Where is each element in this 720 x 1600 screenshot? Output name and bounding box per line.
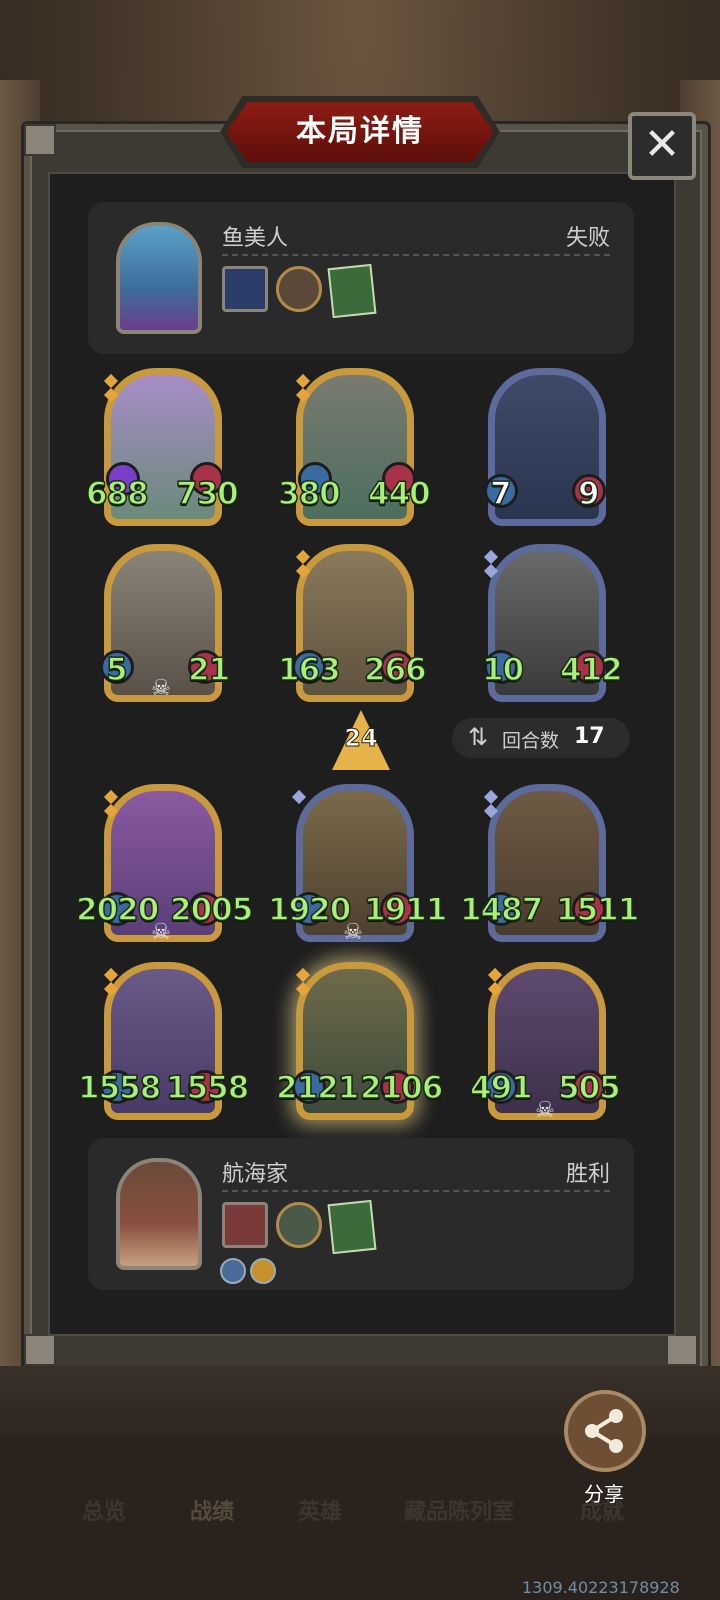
turn-counter: ⇅ 回合数 17 — [452, 718, 630, 758]
card-attack: 10 — [481, 651, 525, 689]
book-icon[interactable] — [327, 1199, 377, 1255]
share-label: 分享 — [584, 1482, 624, 1506]
opponent-name: 鱼美人 — [222, 226, 289, 251]
turn-value: 17 — [574, 724, 605, 749]
card-health: 412 — [559, 651, 623, 689]
swap-icon: ⇅ — [468, 723, 489, 751]
card-health: 2005 — [169, 891, 254, 929]
player-result: 胜利 — [565, 1162, 610, 1187]
frame-corner — [24, 124, 56, 156]
player-panel: 航海家 胜利 — [88, 1138, 634, 1290]
card-health: 1511 — [555, 891, 640, 929]
opponent-panel: 鱼美人 失败 — [88, 202, 634, 354]
nav-heroes[interactable]: 英雄 — [298, 1494, 342, 1526]
nav-overview[interactable]: 总览 — [82, 1494, 126, 1526]
nav-collection[interactable]: 藏品陈列室 — [404, 1494, 514, 1526]
card-attack: 2020 — [75, 891, 160, 929]
card-attack: 688 — [85, 475, 149, 513]
card-attack: 380 — [277, 475, 341, 513]
card-health: 9 — [577, 475, 600, 513]
hero-power-icon[interactable] — [222, 266, 268, 312]
card-health: 2106 — [359, 1069, 444, 1107]
card-attack: 7 — [489, 475, 512, 513]
close-icon: ✕ — [643, 119, 681, 170]
page-title: 本局详情 — [296, 114, 424, 149]
book-icon[interactable] — [327, 263, 377, 319]
card-attack: 163 — [277, 651, 341, 689]
card-attack: 491 — [469, 1069, 533, 1107]
card-attack: 1920 — [267, 891, 352, 929]
skull-icon: ☠ — [151, 920, 171, 945]
opponent-avatar[interactable] — [116, 222, 202, 334]
card-attack: 1558 — [77, 1069, 162, 1107]
trinket-icon[interactable] — [276, 1202, 322, 1248]
share-icon — [585, 1409, 623, 1453]
close-button[interactable]: ✕ — [628, 112, 696, 180]
buff-icon[interactable] — [220, 1258, 246, 1284]
skull-icon: ☠ — [535, 1098, 555, 1123]
card-health: 730 — [175, 475, 239, 513]
card-health: 440 — [367, 475, 431, 513]
frame-corner — [24, 1334, 56, 1366]
frame-corner — [666, 1334, 698, 1366]
card-health: 1911 — [363, 891, 448, 929]
trinket-icon[interactable] — [276, 266, 322, 312]
divider — [222, 1190, 610, 1192]
divider — [222, 254, 610, 256]
turn-label: 回合数 — [502, 730, 560, 752]
skull-icon: ☠ — [343, 920, 363, 945]
nav-records[interactable]: 战绩 — [190, 1494, 234, 1526]
share-button[interactable] — [564, 1390, 646, 1472]
card-health: 505 — [557, 1069, 621, 1107]
skull-icon: ☠ — [151, 676, 171, 701]
card-health: 1558 — [165, 1069, 250, 1107]
card-health: 266 — [363, 651, 427, 689]
uid-text: 1309.40223178928 — [522, 1578, 680, 1597]
card-attack: 1487 — [459, 891, 544, 929]
player-name: 航海家 — [222, 1162, 289, 1187]
hero-power-icon[interactable] — [222, 1202, 268, 1248]
card-attack: 5 — [105, 651, 128, 689]
card-attack: 2121 — [275, 1069, 360, 1107]
opponent-result: 失败 — [565, 226, 610, 251]
player-avatar[interactable] — [116, 1158, 202, 1270]
buff-icon[interactable] — [250, 1258, 276, 1284]
card-health: 21 — [187, 651, 231, 689]
level-indicator: 24 — [344, 724, 378, 753]
